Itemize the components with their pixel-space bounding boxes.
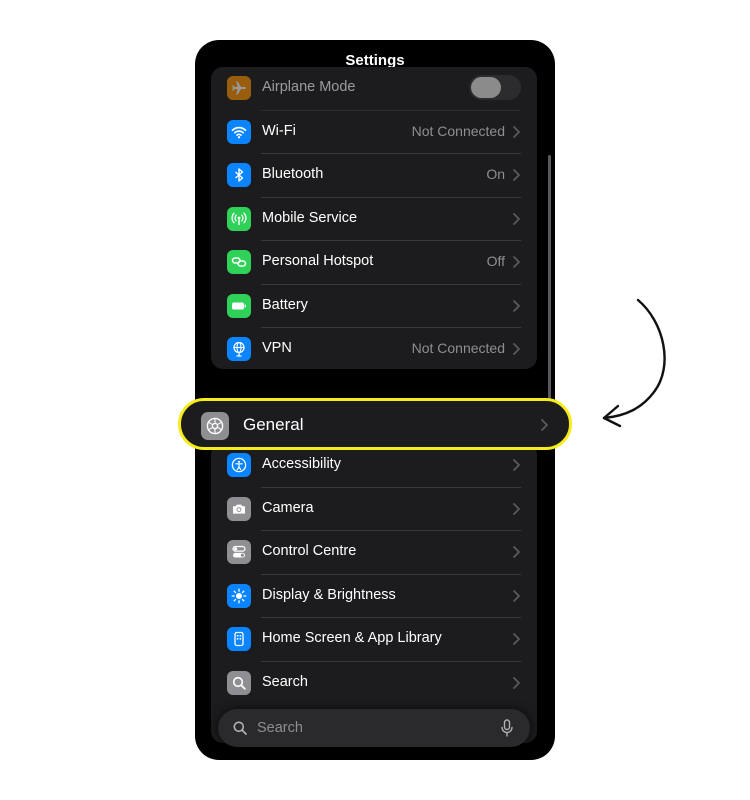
vpn-status: Not Connected (411, 340, 505, 356)
search-input[interactable]: Search (257, 720, 303, 736)
search-icon (233, 721, 247, 735)
airplane-mode-toggle[interactable] (469, 75, 521, 100)
settings-row-search[interactable]: Search (211, 662, 537, 706)
chevron-right-icon (513, 256, 520, 268)
chevron-right-icon (513, 125, 520, 138)
chevron-right-icon (513, 546, 520, 558)
curved-arrow-icon (602, 298, 666, 428)
settings-row-label: VPN (262, 340, 292, 356)
settings-row-label: Control Centre (262, 543, 357, 559)
battery-icon (227, 293, 251, 318)
settings-row-control-centre[interactable]: Control Centre (211, 531, 537, 575)
settings-row-general[interactable]: General (178, 398, 572, 450)
settings-row-label: General (243, 415, 304, 434)
vpn-globe-icon (227, 337, 251, 361)
settings-row-label: Airplane Mode (262, 79, 356, 95)
sun-icon (227, 583, 251, 608)
settings-row-label: Search (262, 673, 308, 690)
chevron-right-icon (513, 676, 520, 689)
bluetooth-status: On (486, 166, 505, 182)
settings-row-home-screen[interactable]: Home Screen & App Library (211, 618, 537, 662)
chevron-right-icon (513, 502, 520, 515)
hotspot-status: Off (486, 253, 505, 269)
settings-row-battery[interactable]: Battery (211, 285, 537, 328)
settings-row-label: Personal Hotspot (262, 253, 374, 269)
chevron-right-icon (513, 299, 520, 312)
accessibility-icon (227, 453, 251, 477)
settings-row-label: Mobile Service (262, 209, 358, 226)
chevron-right-icon (513, 633, 520, 645)
bluetooth-icon (227, 163, 251, 187)
airplane-icon (227, 76, 251, 100)
settings-row-label: Battery (262, 296, 308, 313)
settings-row-label: Camera (262, 499, 314, 516)
settings-row-label: Display & Brightness (262, 586, 396, 603)
microphone-icon[interactable] (500, 719, 514, 737)
switches-icon (227, 540, 251, 564)
toggle-knob (471, 77, 501, 98)
search-bar[interactable]: Search (218, 709, 530, 747)
chevron-right-icon (541, 419, 548, 431)
settings-row-personal-hotspot[interactable]: Personal Hotspot Off (211, 241, 537, 285)
settings-row-vpn[interactable]: VPN Not Connected (211, 328, 537, 372)
hotspot-icon (227, 250, 251, 274)
search-icon (227, 670, 251, 695)
settings-row-label: Home Screen & App Library (262, 630, 442, 646)
chevron-right-icon (513, 589, 520, 602)
chevron-right-icon (513, 212, 520, 225)
chevron-right-icon (513, 459, 520, 471)
chevron-right-icon (513, 169, 520, 181)
settings-row-label: Accessibility (262, 456, 341, 472)
settings-row-mobile-service[interactable]: Mobile Service (211, 198, 537, 241)
settings-row-bluetooth[interactable]: Bluetooth On (211, 154, 537, 198)
settings-row-display-brightness[interactable]: Display & Brightness (211, 575, 537, 618)
settings-row-wifi[interactable]: Wi-Fi Not Connected (211, 111, 537, 154)
chevron-right-icon (513, 343, 520, 355)
antenna-icon (227, 206, 251, 231)
settings-row-label: Wi-Fi (262, 122, 296, 139)
gear-icon (201, 412, 229, 440)
settings-row-camera[interactable]: Camera (211, 488, 537, 531)
camera-icon (227, 496, 251, 521)
settings-row-airplane-mode[interactable]: Airplane Mode (211, 67, 537, 111)
settings-row-label: Bluetooth (262, 166, 324, 182)
connectivity-group: Airplane Mode Wi-Fi Not Connected Blueto… (211, 67, 537, 369)
scrollbar[interactable] (548, 155, 551, 400)
wifi-icon (227, 119, 251, 144)
home-screen-icon (227, 627, 251, 651)
settings-row-accessibility[interactable]: Accessibility (211, 444, 537, 488)
wifi-status: Not Connected (411, 122, 505, 139)
system-group: Accessibility Camera Control Centre Disp… (211, 443, 537, 743)
